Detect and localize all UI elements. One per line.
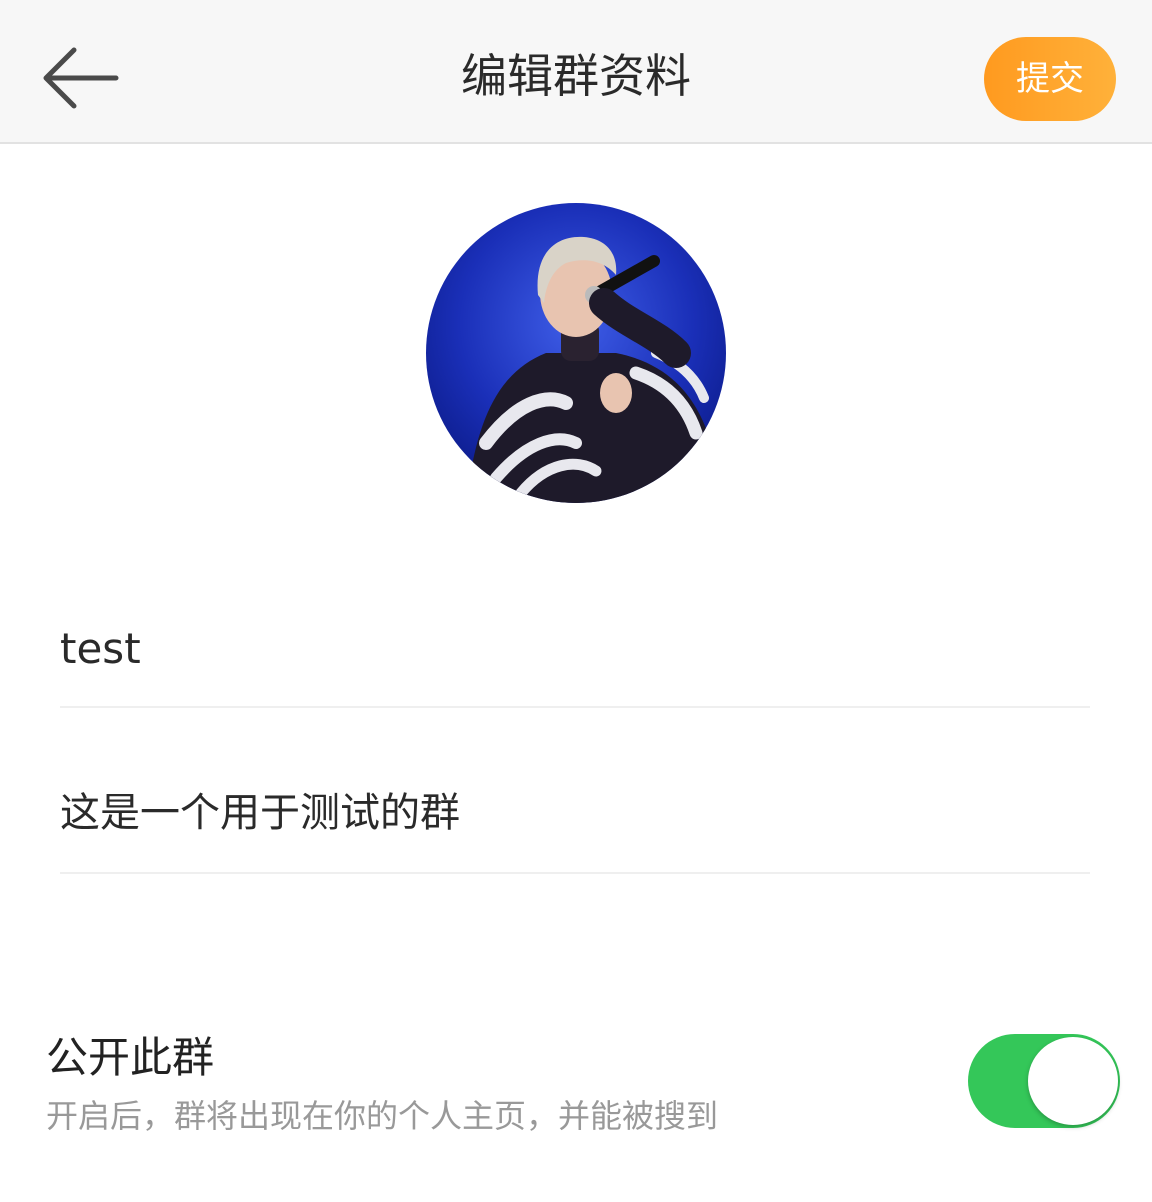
- public-group-label: 公开此群: [46, 1033, 215, 1082]
- submit-button[interactable]: 提交: [984, 37, 1116, 121]
- avatar-image: [426, 203, 726, 503]
- public-group-hint: 开启后，群将出现在你的个人主页，并能被搜到: [46, 1097, 719, 1135]
- top-navigation-bar: 编辑群资料 提交: [0, 0, 1152, 144]
- group-description-input[interactable]: [60, 746, 1090, 872]
- page-title: 编辑群资料: [461, 49, 691, 103]
- public-group-toggle[interactable]: [968, 1034, 1120, 1128]
- toggle-knob: [1028, 1037, 1118, 1125]
- group-name-field: [60, 590, 1090, 708]
- group-name-input[interactable]: [60, 590, 1090, 706]
- group-description-field: [60, 746, 1090, 874]
- group-avatar[interactable]: [426, 203, 726, 503]
